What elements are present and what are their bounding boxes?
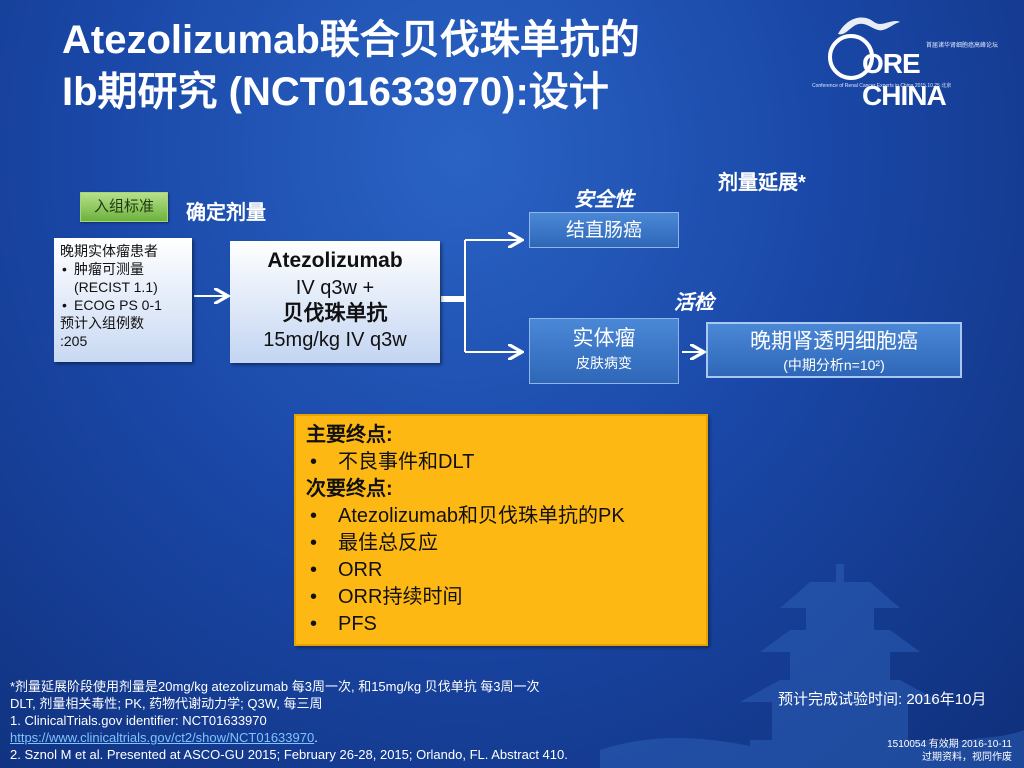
primary-endpoint-item: 不良事件和DLT [306, 449, 696, 476]
dose-determination-label: 确定剂量 [186, 202, 266, 224]
enrollment-criteria-tag: 入组标准 [80, 192, 168, 222]
drug-atezolizumab: Atezolizumab [267, 249, 403, 272]
secondary-endpoint-header: 次要终点: [306, 478, 393, 500]
arrow-stem [441, 296, 465, 302]
treatment-box: Atezolizumab IV q3w + 贝伐珠单抗 15mg/kg IV q… [230, 241, 440, 363]
solid-tumor-box: 实体瘤 皮肤病变 [529, 318, 679, 384]
completion-date: 预计完成试验时间: 2016年10月 [778, 691, 987, 708]
temple-of-heaven-illustration [600, 564, 1024, 768]
patient-criteria-box: 晚期实体瘤患者 肿瘤可测量 (RECIST 1.1) ECOG PS 0-1 预… [54, 238, 192, 362]
secondary-endpoint-item: Atezolizumab和贝伐珠单抗的PK [306, 503, 696, 530]
patients-bullet-recist: (RECIST 1.1) [74, 279, 158, 295]
footnotes: *剂量延展阶段使用剂量是20mg/kg atezolizumab 每3周一次, … [10, 678, 650, 763]
colorectal-cancer-box: 结直肠癌 [529, 212, 679, 248]
footnote-ref-2: 2. Sznol M et al. Presented at ASCO-GU 2… [10, 747, 568, 762]
clinicaltrials-link[interactable]: https://www.clinicaltrials.gov/ct2/show/… [10, 730, 314, 745]
drug-atezolizumab-dose: IV q3w + [295, 277, 375, 299]
rcc-interim-label: (中期分析n=10²) [783, 357, 885, 373]
footnote-dose: *剂量延展阶段使用剂量是20mg/kg atezolizumab 每3周一次, … [10, 679, 540, 694]
biopsy-label: 活检 [674, 292, 714, 314]
solid-tumor-label: 实体瘤 [572, 327, 636, 350]
patients-heading: 晚期实体瘤患者 [60, 243, 158, 259]
document-code: 1510054 有效期 2016-10-11 过期资料，视同作废 [872, 738, 1012, 764]
safety-label: 安全性 [574, 189, 634, 211]
footnote-ref-1: 1. ClinicalTrials.gov identifier: NCT016… [10, 713, 267, 728]
skin-lesion-label: 皮肤病变 [576, 355, 632, 371]
patients-enroll-label: 预计入组例数 [60, 315, 144, 331]
patients-bullet-measurable: 肿瘤可测量 [60, 260, 186, 278]
drug-bevacizumab: 贝伐珠单抗 [282, 302, 388, 325]
footnote-link-period: . [314, 730, 318, 745]
patients-bullet-ecog: ECOG PS 0-1 [60, 296, 186, 314]
drug-bevacizumab-dose: 15mg/kg IV q3w [263, 329, 407, 351]
document-code-line2: 过期资料，视同作废 [922, 752, 1012, 763]
footnote-abbreviations: DLT, 剂量相关毒性; PK, 药物代谢动力学; Q3W, 每三周 [10, 696, 323, 711]
rcc-box: 晚期肾透明细胞癌 (中期分析n=10²) [706, 322, 962, 378]
primary-endpoint-header: 主要终点: [306, 424, 393, 446]
rcc-label: 晚期肾透明细胞癌 [750, 330, 918, 353]
document-code-line1: 1510054 有效期 2016-10-11 [887, 739, 1012, 750]
dose-expansion-label: 剂量延展* [718, 172, 806, 194]
patients-enroll-count: :205 [60, 333, 88, 349]
footnote-link-row: https://www.clinicaltrials.gov/ct2/show/… [10, 729, 650, 746]
